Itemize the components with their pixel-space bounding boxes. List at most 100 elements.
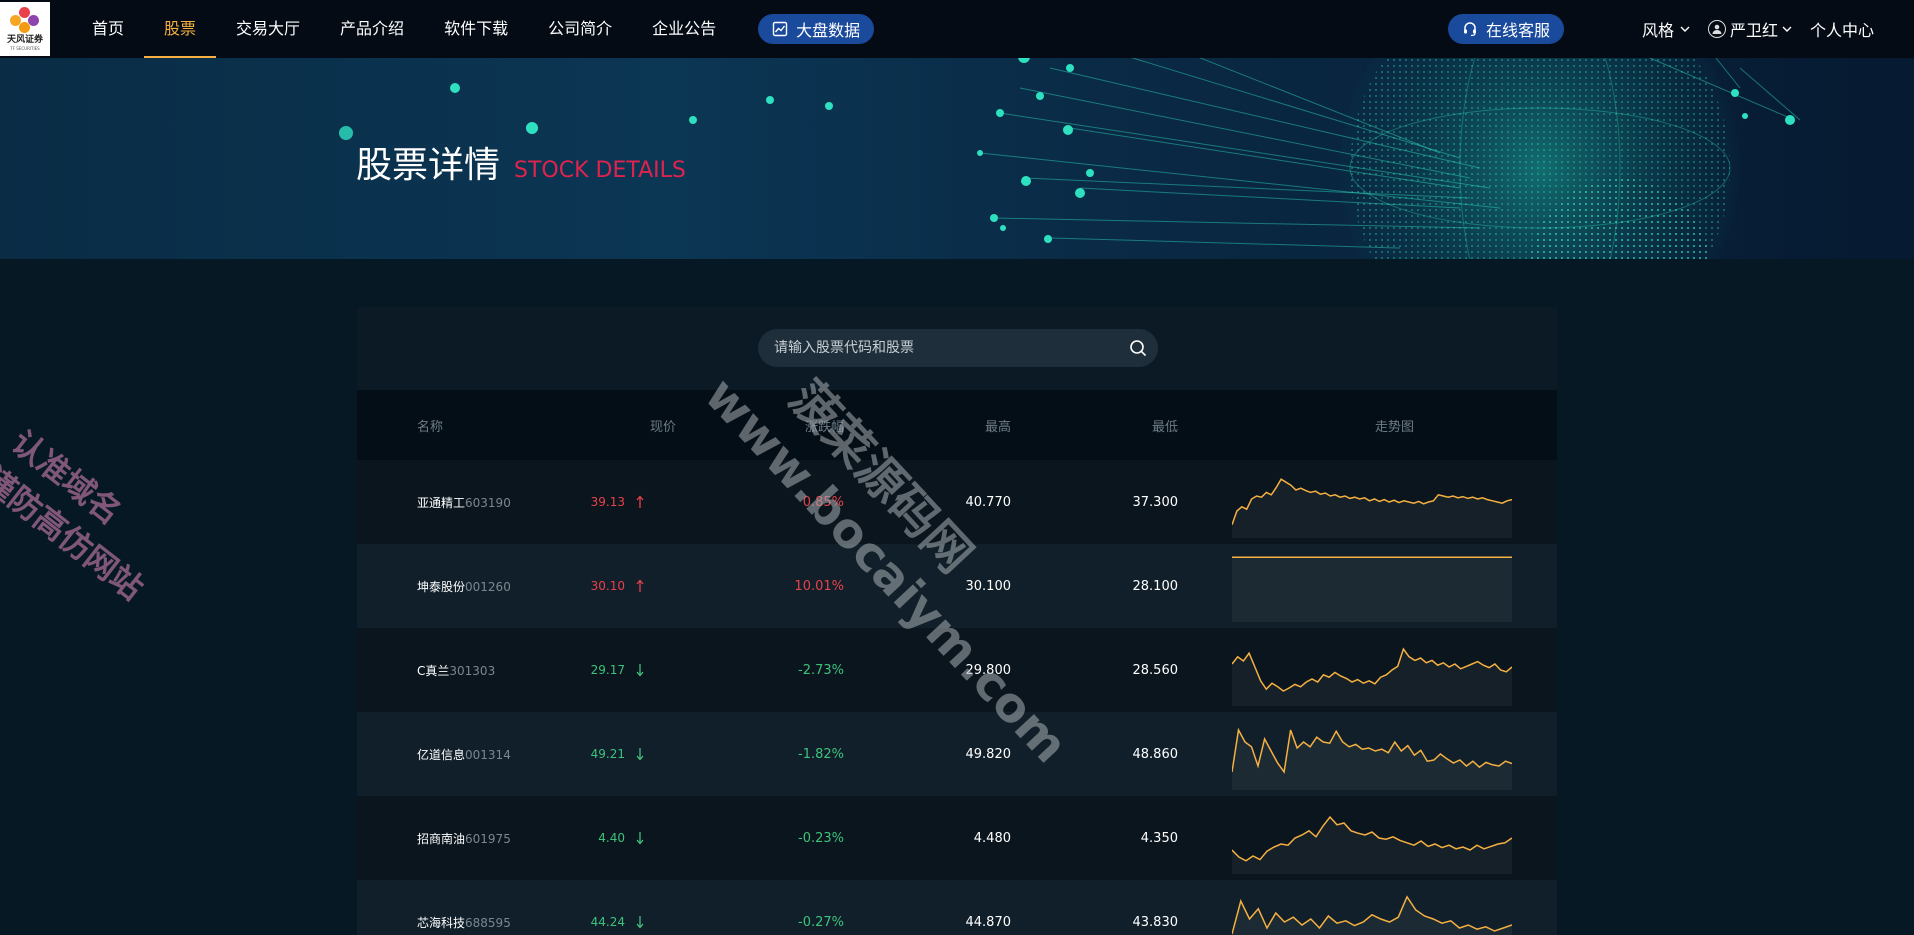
table-row[interactable]: 芯海科技688595 44.24 -0.27% 44.870 43.830 [357, 880, 1557, 935]
stock-code: 001260 [465, 579, 511, 594]
price-cell: 4.40 [581, 831, 645, 845]
user-name: 严卫红 [1729, 21, 1778, 40]
price-cell: 49.21 [581, 747, 645, 761]
nav-item-home[interactable]: 首页 [72, 0, 144, 58]
arrow-up-icon [636, 495, 644, 508]
arrow-down-icon [636, 664, 644, 677]
banner-title-en: STOCK DETAILS [514, 158, 686, 183]
stock-code: 688595 [465, 915, 511, 930]
trend-sparkline [1232, 815, 1512, 874]
stock-name: 招商南油 [417, 831, 466, 846]
header-trend: 走势图 [1375, 419, 1415, 435]
stock-price: 49.21 [590, 747, 625, 761]
network-globe-graphic [339, 58, 1801, 259]
stock-low: 43.830 [1132, 914, 1179, 930]
style-dropdown[interactable]: 风格 [1642, 17, 1692, 41]
stock-high: 4.480 [973, 830, 1011, 846]
price-cell: 44.24 [581, 915, 645, 929]
online-service-label: 在线客服 [1485, 21, 1550, 40]
stock-name-cell: 坤泰股份001260 [417, 578, 511, 595]
header-price: 现价 [649, 419, 676, 435]
search-input[interactable] [758, 339, 1118, 357]
trend-sparkline [1232, 895, 1512, 935]
stock-low: 48.860 [1132, 746, 1179, 762]
trend-area [1232, 730, 1512, 790]
stock-name: 亚通精工 [417, 495, 466, 510]
nav-item-stocks[interactable]: 股票 [144, 0, 217, 58]
stock-name-cell: 招商南油601975 [417, 830, 511, 847]
nav-item-trading-hall[interactable]: 交易大厅 [216, 0, 320, 58]
banner-title: 股票详情 STOCK DETAILS [356, 136, 686, 188]
stock-low: 28.100 [1132, 578, 1179, 594]
stock-name-cell: 亿道信息001314 [417, 746, 511, 763]
stock-price: 44.24 [590, 915, 625, 929]
price-cell: 29.17 [581, 663, 645, 677]
search-icon [1130, 340, 1147, 357]
stock-change: -0.23% [798, 830, 844, 846]
header-name: 名称 [417, 419, 444, 435]
arrow-down-icon [636, 916, 644, 929]
style-label: 风格 [1641, 21, 1674, 40]
stock-low: 28.560 [1132, 662, 1179, 678]
stock-change: -1.82% [798, 746, 844, 762]
search-button[interactable] [1118, 329, 1158, 367]
arrow-down-icon [636, 748, 644, 761]
stock-name-cell: 芯海科技688595 [417, 914, 511, 931]
stock-price: 30.10 [590, 579, 625, 593]
header-low: 最低 [1151, 419, 1178, 435]
stock-price: 4.40 [598, 831, 625, 845]
trend-area [1232, 649, 1512, 706]
stock-change: 10.01% [794, 578, 844, 594]
stock-code: 601975 [465, 831, 511, 846]
nav-item-products[interactable]: 产品介绍 [320, 0, 424, 58]
headset-icon [1463, 22, 1476, 37]
price-cell: 39.13 [581, 495, 645, 509]
chart-line-icon [772, 21, 788, 37]
trend-sparkline [1232, 556, 1512, 622]
big-data-button[interactable]: 大盘数据 [758, 14, 875, 44]
brand-logo[interactable]: 天风证券 TF SECURITIES [0, 2, 50, 56]
table-header: 名称 现价 涨跌幅 最高 最低 走势图 [357, 390, 1557, 460]
stock-change: -2.73% [798, 662, 844, 678]
trend-sparkline [1232, 647, 1512, 706]
nav-item-announcements[interactable]: 企业公告 [632, 0, 736, 58]
stock-code: 001314 [465, 747, 511, 762]
header-high: 最高 [984, 419, 1011, 435]
stock-high: 40.770 [965, 494, 1012, 510]
search-bar [758, 329, 1158, 367]
stock-high: 49.820 [965, 746, 1012, 762]
stock-name: 亿道信息 [417, 747, 466, 762]
nav-item-company[interactable]: 公司简介 [528, 0, 632, 58]
watermark-domain-warning: 认准域名 谨防高仿网站 [0, 420, 181, 611]
nav-item-download[interactable]: 软件下载 [424, 0, 528, 58]
stock-change: -0.27% [798, 914, 844, 930]
personal-center-link[interactable]: 个人中心 [1810, 17, 1874, 41]
stock-name-cell: 亚通精工603190 [417, 494, 511, 511]
top-nav: 天风证券 TF SECURITIES 首页 股票 交易大厅 产品介绍 软件下载 … [0, 0, 1914, 58]
price-cell: 30.10 [581, 579, 645, 593]
user-dropdown[interactable]: 严卫红 [1707, 17, 1794, 41]
stock-high: 44.870 [965, 914, 1012, 930]
trend-area [1232, 479, 1512, 538]
main-menu: 首页 股票 交易大厅 产品介绍 软件下载 公司简介 企业公告 [72, 0, 736, 58]
page-banner: 股票详情 STOCK DETAILS [0, 58, 1914, 259]
trend-sparkline [1232, 478, 1512, 538]
user-avatar-icon [1707, 20, 1726, 38]
trend-sparkline [1232, 727, 1512, 790]
table-row[interactable]: 亿道信息001314 49.21 -1.82% 49.820 48.860 [357, 712, 1557, 796]
stock-name: 芯海科技 [417, 915, 466, 930]
stock-price: 29.17 [590, 663, 625, 677]
arrow-up-icon [636, 579, 644, 592]
table-row[interactable]: 招商南油601975 4.40 -0.23% 4.480 4.350 [357, 796, 1557, 880]
online-service-button[interactable]: 在线客服 [1447, 14, 1564, 44]
stock-low: 37.300 [1132, 494, 1179, 510]
chevron-down-icon [1782, 26, 1792, 32]
banner-title-cn: 股票详情 [356, 145, 501, 186]
logo-subtext: TF SECURITIES [10, 46, 40, 51]
stock-name-cell: C真兰301303 [417, 662, 495, 679]
trend-area [1232, 817, 1512, 874]
stock-price: 39.13 [590, 495, 625, 509]
big-data-label: 大盘数据 [796, 21, 861, 40]
logo-mark-icon [10, 7, 40, 35]
logo-text: 天风证券 [6, 35, 43, 45]
